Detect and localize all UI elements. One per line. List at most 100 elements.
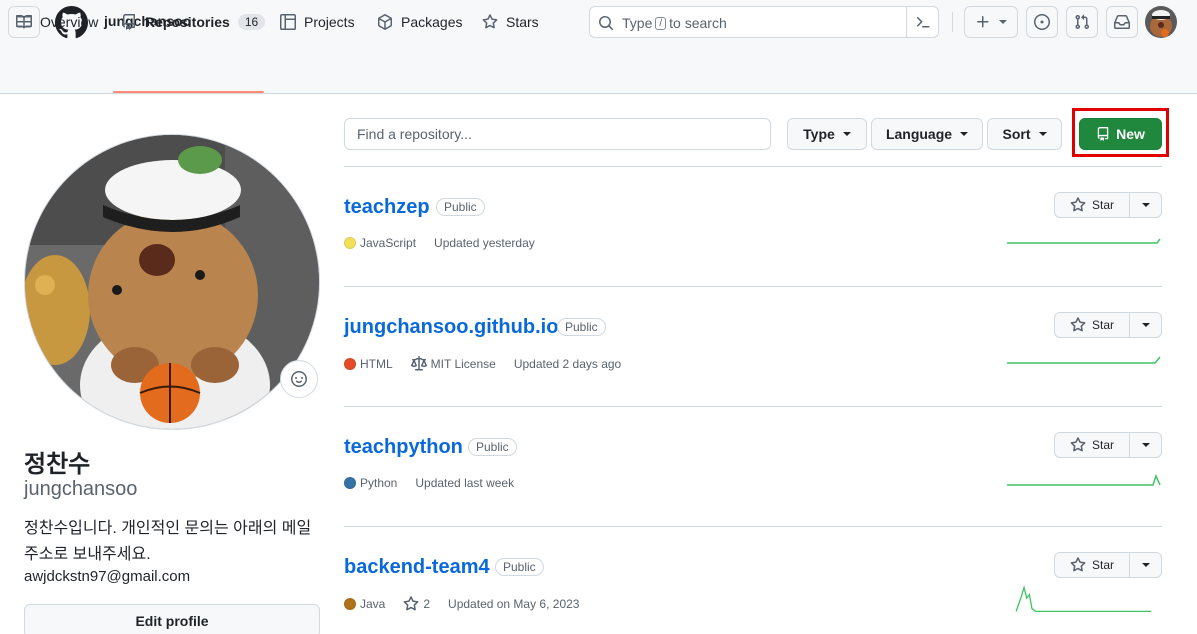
- repo-link[interactable]: teachpython: [344, 436, 463, 459]
- search-suffix-text: to search: [669, 15, 727, 31]
- repo-license: MIT License: [410, 356, 496, 372]
- selected-tab-underline: [113, 91, 264, 93]
- repo-meta: Python Updated last week: [344, 476, 532, 490]
- law-icon: [410, 356, 427, 371]
- tab-label: Stars: [506, 14, 539, 30]
- visibility-badge: Public: [436, 198, 485, 216]
- user-avatar-small[interactable]: [1145, 6, 1177, 38]
- set-status-button[interactable]: [280, 360, 318, 398]
- tab-label: Projects: [304, 14, 355, 30]
- global-header: jungchansoo Type / to search Overview Re…: [0, 0, 1197, 94]
- project-icon: [280, 14, 296, 30]
- profile-display-name: 정찬수: [24, 451, 91, 478]
- star-label: Star: [1091, 198, 1114, 212]
- new-repository-button[interactable]: New: [1079, 118, 1162, 150]
- chevron-down-icon: [1141, 203, 1150, 207]
- language-filter-button[interactable]: Language: [871, 118, 983, 150]
- language-filter-label: Language: [885, 126, 953, 142]
- repo-updated: Updated yesterday: [434, 236, 535, 250]
- star-list-dropdown[interactable]: [1130, 553, 1161, 577]
- inbox-icon: [1114, 14, 1130, 29]
- language-color-dot: [344, 598, 356, 610]
- command-palette-button[interactable]: [906, 7, 938, 37]
- repo-meta: HTML MIT License Updated 2 days ago: [344, 356, 639, 372]
- tab-label: Packages: [401, 14, 463, 30]
- star-button[interactable]: Star: [1055, 193, 1130, 217]
- license-name: MIT License: [430, 357, 496, 371]
- visibility-badge: Public: [557, 318, 606, 336]
- star-button[interactable]: Star: [1055, 313, 1130, 337]
- repo-meta: JavaScript Updated yesterday: [344, 236, 553, 250]
- tab-stars[interactable]: Stars: [482, 0, 539, 44]
- new-button-label: New: [1116, 126, 1145, 142]
- repo-icon: [123, 14, 135, 30]
- repo-stargazers[interactable]: 2: [403, 596, 430, 612]
- profile-email[interactable]: awjdckstn97@gmail.com: [24, 568, 190, 585]
- command-palette-icon: [916, 17, 929, 28]
- star-icon: [1070, 437, 1086, 452]
- inbox-button[interactable]: [1106, 6, 1138, 38]
- chevron-down-icon: [1038, 132, 1047, 136]
- plus-icon: [977, 16, 989, 28]
- activity-sparkline: [1007, 238, 1161, 244]
- book-icon: [16, 14, 32, 29]
- language-name: JavaScript: [360, 236, 417, 250]
- star-button[interactable]: Star: [1055, 553, 1130, 577]
- repo-language: Python: [344, 476, 397, 490]
- search-prefix-text: Type: [622, 15, 653, 31]
- chevron-down-icon: [1141, 323, 1150, 327]
- tab-repositories[interactable]: Repositories 16: [121, 0, 266, 44]
- repo-updated: Updated 2 days ago: [513, 357, 622, 371]
- language-name: Python: [360, 476, 398, 490]
- star-list-dropdown[interactable]: [1130, 433, 1161, 457]
- issues-button[interactable]: [1026, 6, 1058, 38]
- search-icon: [599, 16, 614, 31]
- profile-bio: 정찬수입니다. 개인적인 문의는 아래의 메일 주소로 보내주세요.: [24, 520, 312, 563]
- star-icon: [1070, 197, 1086, 212]
- avatar-image: [25, 135, 319, 429]
- divider: [344, 286, 1162, 287]
- star-list-dropdown[interactable]: [1130, 313, 1161, 337]
- language-name: HTML: [360, 357, 393, 371]
- repo-updated: Updated on May 6, 2023: [448, 597, 580, 611]
- language-name: Java: [360, 597, 386, 611]
- search-input[interactable]: Type / to search: [589, 6, 939, 38]
- activity-sparkline: [1007, 473, 1161, 486]
- star-button-group: Star: [1054, 552, 1162, 578]
- package-icon: [378, 14, 392, 30]
- chevron-down-icon: [999, 20, 1007, 24]
- type-filter-button[interactable]: Type: [787, 118, 867, 150]
- create-new-button[interactable]: [964, 6, 1018, 38]
- tab-overview[interactable]: Overview: [16, 0, 98, 44]
- star-icon: [1070, 557, 1086, 572]
- chevron-down-icon: [960, 132, 969, 136]
- repo-icon: [1097, 127, 1109, 141]
- divider: [344, 166, 1162, 167]
- tab-packages[interactable]: Packages: [377, 0, 462, 44]
- star-button[interactable]: Star: [1055, 433, 1130, 457]
- language-color-dot: [344, 477, 356, 489]
- avatar-image: [1145, 6, 1177, 38]
- star-label: Star: [1091, 558, 1114, 572]
- star-list-dropdown[interactable]: [1130, 193, 1161, 217]
- chevron-down-icon: [842, 132, 851, 136]
- repo-link[interactable]: teachzep: [344, 196, 430, 219]
- visibility-badge: Public: [468, 438, 517, 456]
- pull-requests-button[interactable]: [1066, 6, 1098, 38]
- type-filter-label: Type: [803, 126, 835, 142]
- sort-filter-button[interactable]: Sort: [987, 118, 1062, 150]
- find-repository-input[interactable]: Find a repository...: [344, 118, 771, 150]
- repo-link[interactable]: jungchansoo.github.io: [344, 316, 558, 339]
- chevron-down-icon: [1141, 563, 1150, 567]
- star-button-group: Star: [1054, 192, 1162, 218]
- repo-link[interactable]: backend-team4: [344, 556, 490, 579]
- tab-label: Overview: [40, 14, 99, 30]
- edit-profile-button[interactable]: Edit profile: [24, 604, 320, 634]
- star-count: 2: [423, 597, 431, 611]
- star-icon: [1070, 317, 1086, 332]
- star-icon: [482, 14, 498, 29]
- star-button-group: Star: [1054, 432, 1162, 458]
- profile-avatar[interactable]: [24, 134, 320, 430]
- star-button-group: Star: [1054, 312, 1162, 338]
- tab-projects[interactable]: Projects: [280, 0, 355, 44]
